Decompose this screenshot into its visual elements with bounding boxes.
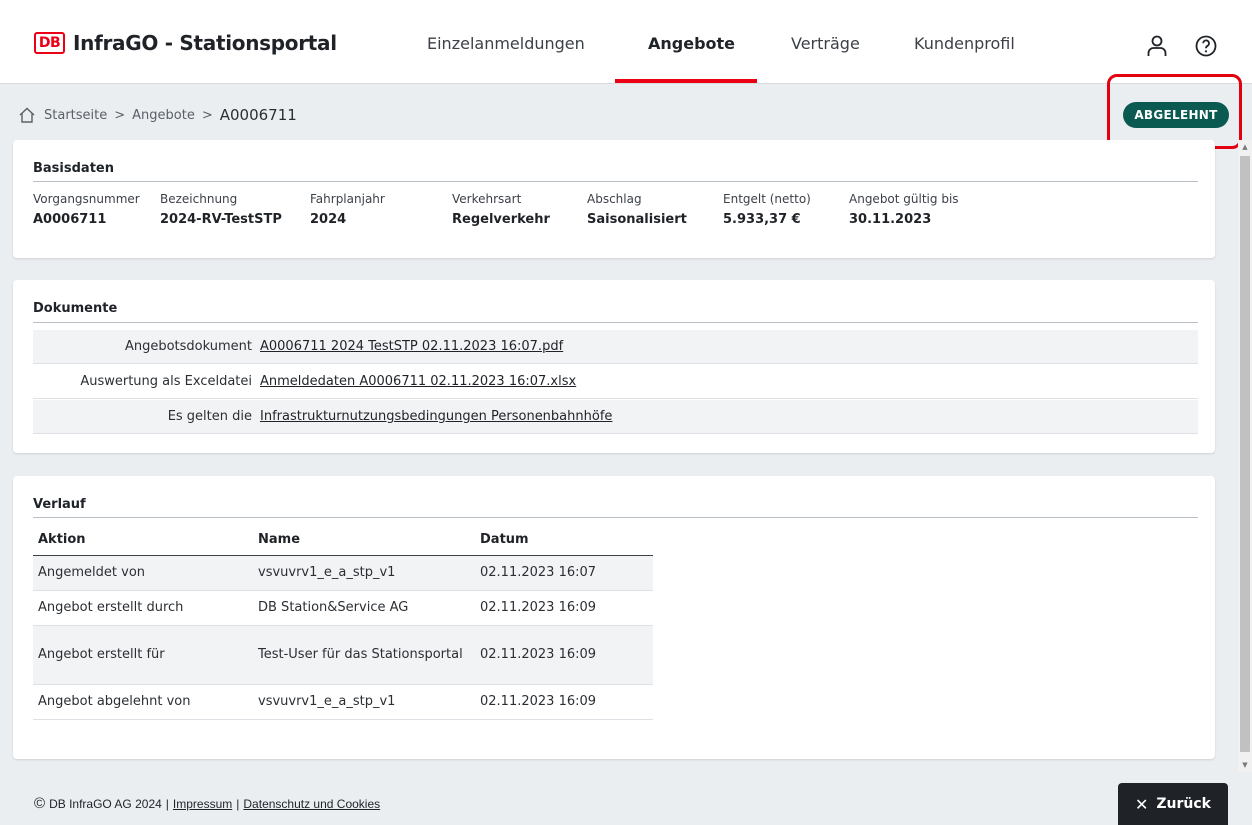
field-label: Vorgangsnummer [33,192,140,206]
copyright-text: DB InfraGO AG 2024 [49,796,162,811]
basisdaten-title: Basisdaten [33,161,114,176]
copyright-icon: © [34,795,46,812]
column-header-name: Name [253,525,475,556]
document-label: Auswertung als Exceldatei [80,374,252,389]
verlauf-title: Verlauf [33,497,86,512]
field-abschlag: Abschlag Saisonalisiert [587,192,687,227]
document-label: Angebotsdokument [124,339,252,354]
nav-einzelanmeldungen[interactable]: Einzelanmeldungen [427,34,585,53]
dokumente-title: Dokumente [33,301,118,316]
field-bezeichnung: Bezeichnung 2024-RV-TestSTP [160,192,282,227]
angebotsdokument-link[interactable]: A0006711 2024 TestSTP 02.11.2023 16:07.p… [260,339,563,354]
field-label: Angebot gültig bis [849,192,959,206]
nav-active-indicator [615,79,757,83]
scroll-down-arrow-icon[interactable]: ▼ [1238,758,1252,772]
db-logo-badge: DB [34,32,65,54]
footer: © DB InfraGO AG 2024 | Impressum | Daten… [34,795,380,812]
impressum-link[interactable]: Impressum [173,797,232,811]
field-value: 2024-RV-TestSTP [160,212,282,227]
field-label: Verkehrsart [452,192,522,206]
logo[interactable]: DB InfraGO - Stationsportal [34,31,337,55]
breadcrumb-angebote[interactable]: Angebote [132,108,195,123]
field-verkehrsart: Verkehrsart Regelverkehr [452,192,550,227]
verlauf-table: Aktion Name Datum Angemeldet von vsvuvrv… [33,525,653,720]
table-row: Angebot abgelehnt von vsvuvrv1_e_a_stp_v… [33,684,653,720]
column-header-datum: Datum [475,525,653,556]
cell-name: DB Station&Service AG [253,590,475,626]
divider [33,181,1198,182]
scroll-thumb[interactable] [1240,156,1250,752]
document-row: Auswertung als Exceldatei Anmeldedaten A… [33,365,1198,399]
cell-aktion: Angebot abgelehnt von [33,684,253,720]
cell-aktion: Angemeldet von [33,555,253,591]
highlight-annotation [1107,74,1242,149]
breadcrumb-startseite[interactable]: Startseite [44,108,107,123]
nav-kundenprofil[interactable]: Kundenprofil [914,34,1015,53]
field-label: Entgelt (netto) [723,192,811,206]
table-row: Angebot erstellt durch DB Station&Servic… [33,590,653,626]
datenschutz-link[interactable]: Datenschutz und Cookies [243,797,380,811]
field-fahrplanjahr: Fahrplanjahr 2024 [310,192,385,227]
table-row: Angemeldet von vsvuvrv1_e_a_stp_v1 02.11… [33,555,653,591]
table-header-row: Aktion Name Datum [33,525,653,556]
column-header-aktion: Aktion [33,525,253,556]
cell-datum: 02.11.2023 16:09 [475,684,653,720]
cell-name: vsvuvrv1_e_a_stp_v1 [253,684,475,720]
field-value: 30.11.2023 [849,212,932,227]
document-row: Es gelten die Infrastrukturnutzungsbedin… [33,400,1198,434]
app-header: DB InfraGO - Stationsportal Einzelanmeld… [0,0,1252,84]
home-icon[interactable] [18,106,36,124]
breadcrumb: Startseite > Angebote > A0006711 [18,106,297,124]
document-label: Es gelten die [167,409,252,424]
divider [33,322,1198,323]
footer-separator: | [165,796,169,811]
brand-title: InfraGO - Stationsportal [73,31,337,55]
back-button-label: Zurück [1156,796,1211,812]
field-value: Saisonalisiert [587,212,687,227]
cell-datum: 02.11.2023 16:09 [475,625,653,685]
user-icon[interactable] [1145,34,1169,58]
verlauf-card: Verlauf Aktion Name Datum Angemeldet von… [13,476,1215,759]
excel-export-link[interactable]: Anmeldedaten A0006711 02.11.2023 16:07.x… [260,374,576,389]
field-vorgangsnummer: Vorgangsnummer A0006711 [33,192,140,227]
nav-angebote[interactable]: Angebote [648,34,735,53]
table-row: Angebot erstellt für Test-User für das S… [33,625,653,685]
field-value: Regelverkehr [452,212,550,227]
field-label: Bezeichnung [160,192,238,206]
close-icon: ✕ [1134,794,1149,814]
divider [33,517,1198,518]
nutzungsbedingungen-link[interactable]: Infrastrukturnutzungsbedingungen Persone… [260,409,612,424]
breadcrumb-separator: > [201,107,213,123]
document-row: Angebotsdokument A0006711 2024 TestSTP 0… [33,330,1198,364]
cell-aktion: Angebot erstellt für [33,625,253,685]
field-label: Abschlag [587,192,642,206]
nav-vertraege[interactable]: Verträge [791,34,860,53]
field-value: A0006711 [33,212,107,227]
dokumente-card: Dokumente Angebotsdokument A0006711 2024… [13,280,1215,453]
field-value: 5.933,37 € [723,212,801,227]
basisdaten-card: Basisdaten Vorgangsnummer A0006711 Bezei… [13,140,1215,258]
breadcrumb-separator: > [114,107,126,123]
cell-datum: 02.11.2023 16:09 [475,590,653,626]
back-button[interactable]: ✕ Zurück [1118,783,1228,825]
footer-separator: | [236,796,240,811]
cell-aktion: Angebot erstellt durch [33,590,253,626]
cell-name: Test-User für das Stationsportal [253,625,475,685]
field-label: Fahrplanjahr [310,192,385,206]
cell-datum: 02.11.2023 16:07 [475,555,653,591]
vertical-scrollbar[interactable]: ▲ ▼ [1238,140,1252,772]
cell-name: vsvuvrv1_e_a_stp_v1 [253,555,475,591]
field-entgelt: Entgelt (netto) 5.933,37 € [723,192,811,227]
field-angebot-gueltig-bis: Angebot gültig bis 30.11.2023 [849,192,959,227]
help-icon[interactable] [1194,34,1218,58]
breadcrumb-current: A0006711 [219,106,297,124]
scroll-up-arrow-icon[interactable]: ▲ [1238,140,1252,154]
field-value: 2024 [310,212,347,227]
